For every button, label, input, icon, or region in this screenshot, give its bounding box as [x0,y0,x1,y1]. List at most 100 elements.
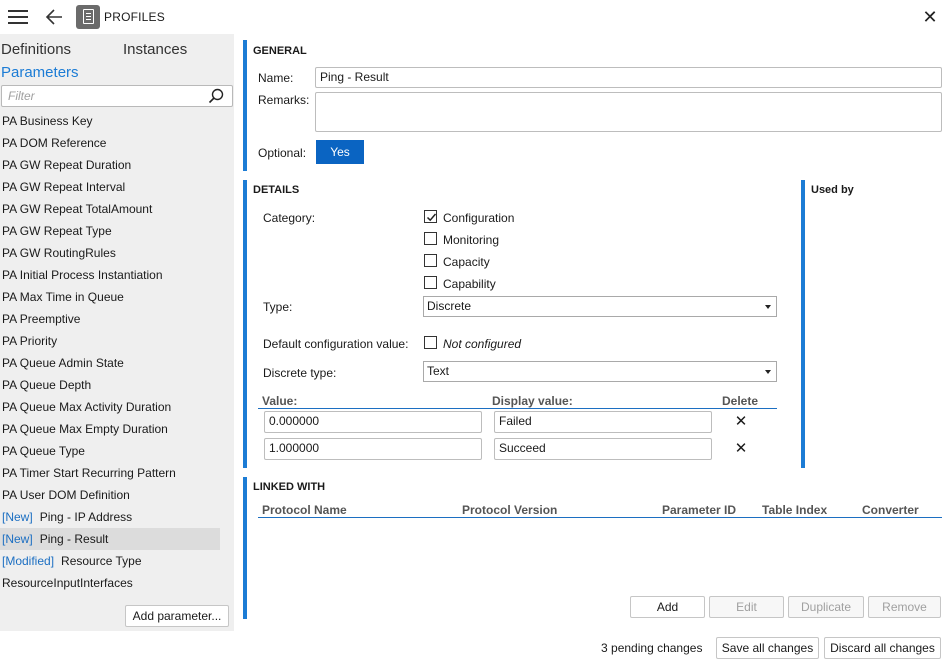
close-icon[interactable]: ✕ [920,8,940,28]
list-item[interactable]: PA Queue Max Empty Duration [0,418,220,440]
linked-section-bar [243,477,247,619]
list-item[interactable]: [New] Ping - IP Address [0,506,220,528]
arrow-left-icon[interactable] [44,7,66,27]
list-item[interactable]: PA GW RoutingRules [0,242,220,264]
parameter-id-column-header[interactable]: Parameter ID [662,503,736,517]
list-item[interactable]: ResourceInputInterfaces [0,572,220,594]
list-item[interactable]: [New] Ping - Result [0,528,220,550]
list-item-label: PA GW Repeat Interval [2,180,126,194]
list-item[interactable]: PA Priority [0,330,220,352]
edit-link-button[interactable]: Edit [709,596,784,618]
list-item-label: PA Priority [2,334,58,348]
not-configured-label: Not configured [443,337,522,351]
used-by-title: Used by [811,184,854,196]
general-section-bar [243,40,247,171]
save-all-button[interactable]: Save all changes [716,637,819,659]
list-item[interactable]: PA Preemptive [0,308,220,330]
details-title: DETAILS [253,184,300,196]
remarks-label: Remarks: [258,93,310,107]
list-item[interactable]: PA GW Repeat Interval [0,176,220,198]
tab-instances[interactable]: Instances [123,41,187,58]
list-item[interactable]: PA Queue Max Activity Duration [0,396,220,418]
capacity-checkbox[interactable] [424,254,437,267]
capacity-label: Capacity [443,255,490,269]
list-item-label: PA Business Key [2,114,93,128]
list-item[interactable]: PA Queue Depth [0,374,220,396]
configuration-checkbox[interactable] [424,210,437,223]
list-item-label: PA Queue Type [2,444,85,458]
category-label: Category: [263,211,316,225]
list-item-label: PA DOM Reference [2,136,107,150]
app-title: PROFILES [104,10,165,24]
discrete-type-select[interactable]: Text [423,361,777,382]
add-link-button[interactable]: Add [630,596,705,618]
remarks-field[interactable] [315,92,942,132]
remove-link-button[interactable]: Remove [868,596,941,618]
display-field-row-2[interactable]: Succeed [494,438,712,460]
protocol-version-column-header[interactable]: Protocol Version [462,503,557,517]
protocol-name-column-header[interactable]: Protocol Name [262,503,347,517]
list-item[interactable]: PA Initial Process Instantiation [0,264,220,286]
document-icon [76,5,100,29]
linked-title: LINKED WITH [253,481,326,493]
capability-checkbox[interactable] [424,276,437,289]
optional-yes-toggle[interactable]: Yes [316,140,364,164]
delete-column-header: Delete [722,394,759,408]
title-bar: PROFILES ✕ [0,0,945,34]
tab-parameters[interactable]: Parameters [1,64,79,81]
display-field-row-1[interactable]: Failed [494,411,712,433]
list-item[interactable]: PA Business Key [0,110,220,132]
list-item-label: PA GW Repeat Duration [2,158,132,172]
pending-changes-status: 3 pending changes [601,641,702,655]
value-field-row-1[interactable]: 0.000000 [264,411,482,433]
name-label: Name: [258,71,294,85]
status-tag: [New] [2,510,33,524]
list-item[interactable]: [Modified] Resource Type [0,550,220,572]
list-item-label: PA Queue Max Empty Duration [2,422,168,436]
duplicate-link-button[interactable]: Duplicate [788,596,864,618]
table-index-column-header[interactable]: Table Index [762,503,827,517]
discrete-type-label: Discrete type: [263,366,337,380]
display-value-column-header: Display value: [492,394,573,408]
discard-all-button[interactable]: Discard all changes [824,637,941,659]
name-field[interactable]: Ping - Result [315,67,942,88]
search-icon[interactable] [208,88,224,104]
list-item[interactable]: PA GW Repeat Type [0,220,220,242]
x-icon[interactable]: ✕ [733,414,749,430]
monitoring-label: Monitoring [443,233,500,247]
hamburger-icon[interactable] [8,10,28,24]
pending-count: 3 [601,641,608,655]
type-label: Type: [263,300,293,314]
list-item[interactable]: PA GW Repeat TotalAmount [0,198,220,220]
list-item[interactable]: PA Max Time in Queue [0,286,220,308]
x-icon[interactable]: ✕ [733,441,749,457]
list-item-label: PA User DOM Definition [2,488,130,502]
list-item-label: PA GW RoutingRules [2,246,116,260]
add-parameter-button[interactable]: Add parameter... [125,605,229,627]
details-table-divider [258,408,777,409]
optional-label: Optional: [258,146,307,160]
list-item-label: Ping - Result [39,532,109,546]
filter-input[interactable] [2,86,197,106]
type-select[interactable]: Discrete [423,296,777,317]
value-field-row-2[interactable]: 1.000000 [264,438,482,460]
tab-definitions[interactable]: Definitions [1,41,71,58]
status-tag: [Modified] [2,554,55,568]
caret-down-icon [765,305,771,309]
configuration-label: Configuration [443,211,515,225]
list-item-label: PA Timer Start Recurring Pattern [2,466,176,480]
not-configured-checkbox[interactable] [424,336,437,349]
list-item[interactable]: PA Queue Admin State [0,352,220,374]
type-select-value: Discrete [427,299,472,313]
monitoring-checkbox[interactable] [424,232,437,245]
list-item-label: PA GW Repeat TotalAmount [2,202,153,216]
list-item[interactable]: PA Timer Start Recurring Pattern [0,462,220,484]
list-item[interactable]: PA GW Repeat Duration [0,154,220,176]
value-column-header: Value: [262,394,298,408]
list-item-label: PA Queue Admin State [2,356,124,370]
list-item[interactable]: PA Queue Type [0,440,220,462]
caret-down-icon [765,370,771,374]
list-item[interactable]: PA DOM Reference [0,132,220,154]
list-item[interactable]: PA User DOM Definition [0,484,220,506]
converter-column-header[interactable]: Converter [862,503,919,517]
